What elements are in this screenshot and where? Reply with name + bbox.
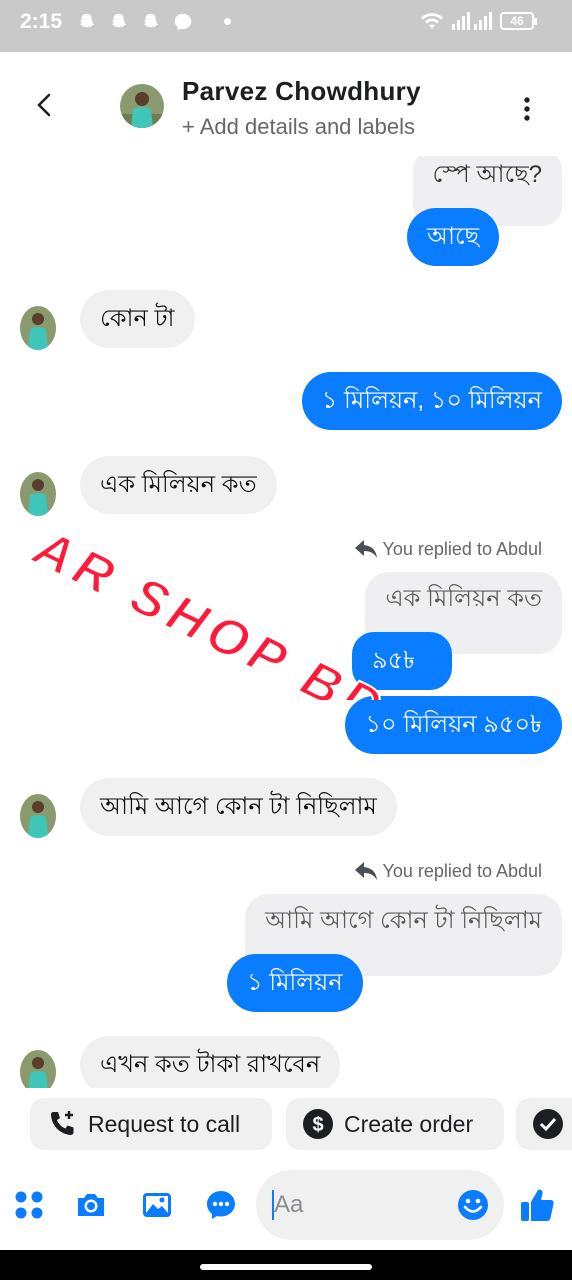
add-details-link[interactable]: + Add details and labels bbox=[182, 114, 415, 140]
snapchat-icon bbox=[111, 13, 127, 28]
reply-indicator: You replied to Abdul bbox=[353, 860, 542, 882]
create-order-button[interactable]: $ Create order bbox=[286, 1098, 504, 1150]
sticker-icon[interactable] bbox=[204, 1188, 238, 1222]
gallery-icon[interactable] bbox=[140, 1188, 174, 1222]
message-bubble-outgoing[interactable]: ১ মিলিয়ন bbox=[227, 954, 363, 1012]
quick-actions-bar: Request to call $ Create order bbox=[0, 1088, 572, 1160]
more-options-icon[interactable] bbox=[518, 94, 536, 124]
notification-icons bbox=[76, 11, 194, 33]
message-bubble-outgoing[interactable]: ৯৫৳ bbox=[352, 632, 452, 690]
battery-icon: 46 bbox=[500, 12, 537, 30]
menu-dots-icon[interactable] bbox=[12, 1188, 46, 1222]
message-text: এক মিলিয়ন কত bbox=[100, 471, 257, 498]
request-to-call-button[interactable]: Request to call bbox=[30, 1098, 272, 1150]
conversation-header: Parvez Chowdhury + Add details and label… bbox=[0, 52, 572, 156]
snapchat-icon bbox=[79, 13, 95, 28]
message-text: আছে bbox=[427, 223, 480, 250]
composer-bar bbox=[0, 1160, 572, 1250]
phone-add-icon bbox=[51, 1111, 74, 1135]
svg-text:$: $ bbox=[312, 1114, 323, 1136]
camera-icon[interactable] bbox=[74, 1188, 108, 1222]
status-bar: 2:15 46 bbox=[0, 0, 572, 52]
snapchat-icon bbox=[143, 13, 159, 28]
like-thumb-icon[interactable] bbox=[518, 1186, 556, 1224]
checkmark-icon bbox=[533, 1109, 563, 1139]
message-text: ১ মিলিয়ন bbox=[247, 969, 343, 996]
sender-avatar[interactable] bbox=[20, 794, 56, 838]
message-text: ১ মিলিয়ন, ১০ মিলিয়ন bbox=[321, 387, 542, 414]
message-bubble-incoming[interactable]: আমি আগে কোন টা নিছিলাম bbox=[80, 778, 397, 836]
mark-done-button[interactable] bbox=[516, 1098, 572, 1150]
reply-arrow-icon bbox=[354, 862, 377, 880]
message-bubble-incoming[interactable]: এক মিলিয়ন কত bbox=[80, 456, 277, 514]
message-text: কোন টা bbox=[100, 305, 175, 332]
message-list[interactable]: স্পে আছে? আছে কোন টা ১ মিলিয়ন, ১০ মিলিয… bbox=[0, 156, 572, 1088]
sender-avatar[interactable] bbox=[20, 472, 56, 516]
signal-icon bbox=[452, 12, 492, 30]
message-bubble-incoming[interactable]: এখন কত টাকা রাখবেন bbox=[80, 1036, 341, 1088]
message-bubble-incoming[interactable]: কোন টা bbox=[80, 290, 195, 348]
status-time: 2:15 bbox=[20, 10, 63, 33]
system-nav-bar bbox=[0, 1250, 572, 1280]
dollar-icon: $ bbox=[303, 1109, 333, 1139]
message-input[interactable] bbox=[274, 1188, 444, 1222]
quoted-text: এক মিলিয়ন কত bbox=[385, 585, 542, 612]
contact-name[interactable]: Parvez Chowdhury bbox=[182, 76, 421, 107]
messenger-icon bbox=[174, 13, 192, 31]
message-text: এখন কত টাকা রাখবেন bbox=[100, 1051, 321, 1078]
back-arrow-icon[interactable] bbox=[30, 90, 60, 120]
message-bubble-outgoing[interactable]: ১০ মিলিয়ন ৯৫০৳ bbox=[345, 696, 562, 754]
message-text: আমি আগে কোন টা নিছিলাম bbox=[100, 793, 377, 820]
quoted-text: আমি আগে কোন টা নিছিলাম bbox=[265, 907, 542, 934]
message-input-box[interactable] bbox=[256, 1170, 504, 1240]
system-indicators: 46 bbox=[420, 11, 537, 31]
reply-indicator-text: You replied to Abdul bbox=[382, 860, 542, 881]
sender-avatar[interactable] bbox=[20, 306, 56, 350]
reply-arrow-icon bbox=[354, 540, 377, 558]
request-to-call-label: Request to call bbox=[88, 1110, 241, 1137]
message-text: ৯৫৳ bbox=[372, 647, 416, 674]
message-bubble-outgoing[interactable]: আছে bbox=[407, 208, 500, 266]
reply-indicator: You replied to Abdul bbox=[353, 538, 542, 560]
message-bubble-outgoing[interactable]: ১ মিলিয়ন, ১০ মিলিয়ন bbox=[301, 372, 562, 430]
message-text: ১০ মিলিয়ন ৯৫০৳ bbox=[365, 711, 542, 738]
battery-level: 46 bbox=[510, 14, 524, 28]
message-text: স্পে আছে? bbox=[432, 161, 542, 188]
wifi-icon bbox=[421, 13, 443, 29]
emoji-icon[interactable] bbox=[456, 1188, 490, 1222]
home-gesture-pill[interactable] bbox=[200, 1264, 372, 1270]
sender-avatar[interactable] bbox=[20, 1050, 56, 1088]
reply-indicator-text: You replied to Abdul bbox=[382, 538, 542, 559]
contact-avatar[interactable] bbox=[120, 84, 164, 128]
more-notifications-dot bbox=[224, 18, 231, 25]
create-order-label: Create order bbox=[344, 1110, 474, 1137]
